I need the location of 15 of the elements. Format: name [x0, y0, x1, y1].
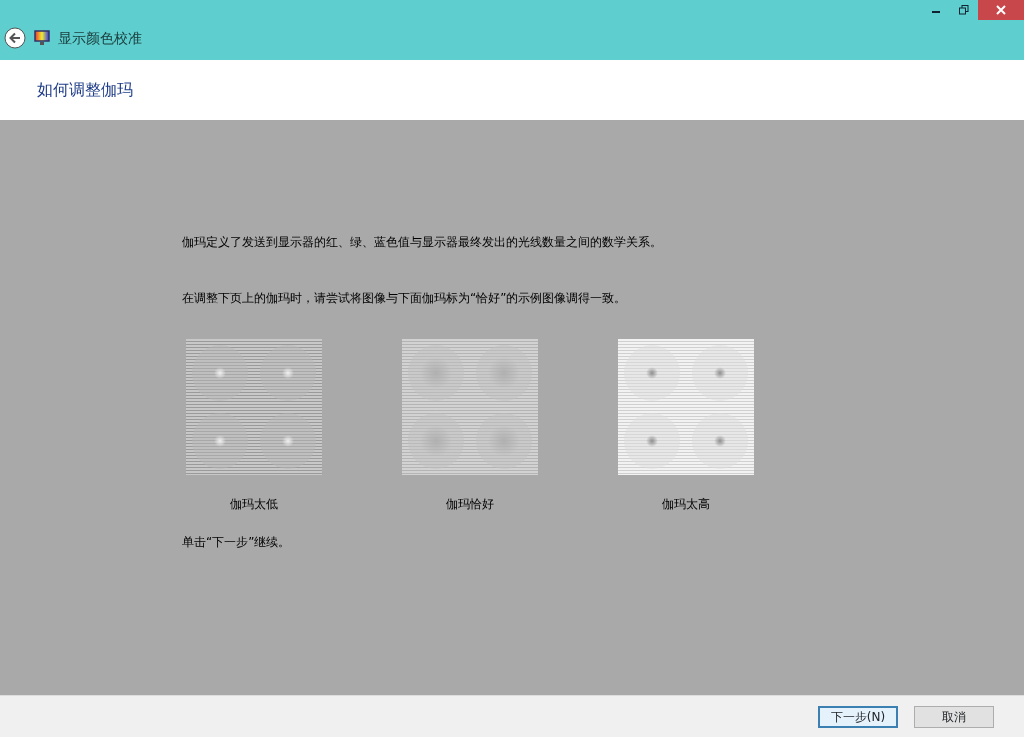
monitor-icon [34, 30, 50, 46]
instruction-text: 单击“下一步”继续。 [182, 534, 292, 551]
close-button[interactable] [978, 0, 1024, 20]
close-icon [996, 5, 1006, 15]
page-heading: 如何调整伽玛 [37, 79, 133, 101]
sample-caption: 伽玛太低 [230, 496, 278, 513]
next-button[interactable]: 下一步(N) [818, 705, 898, 728]
back-button[interactable] [4, 27, 26, 49]
sample-caption: 伽玛太高 [662, 496, 710, 513]
instruction-text: 伽玛定义了发送到显示器的红、绿、蓝色值与显示器最终发出的光线数量之间的数学关系。 [182, 234, 663, 251]
sample-caption: 伽玛恰好 [446, 496, 494, 513]
restore-icon [959, 5, 969, 15]
instruction-text: 在调整下页上的伽玛时，请尝试将图像与下面伽玛标为“恰好”的示例图像调得一致。 [182, 290, 628, 307]
window-title: 显示颜色校准 [58, 28, 142, 48]
cancel-button[interactable]: 取消 [914, 705, 994, 728]
